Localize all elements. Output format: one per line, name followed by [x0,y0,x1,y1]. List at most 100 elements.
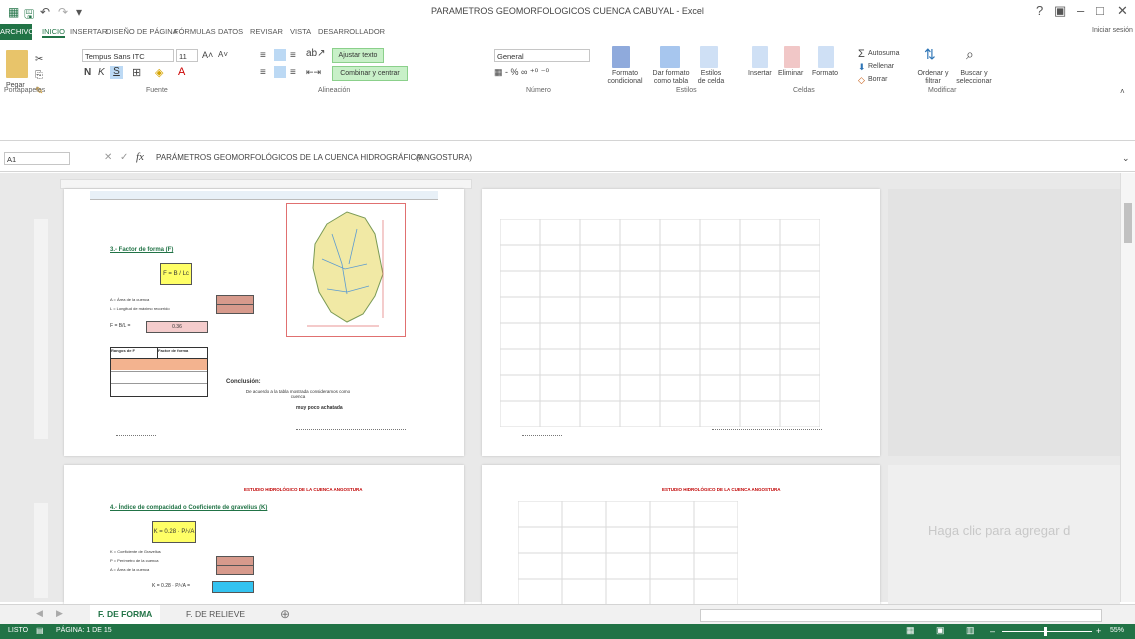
grow-font-icon[interactable]: A˄ [202,50,213,60]
format-as-table-button[interactable]: Dar formato como tabla [648,70,694,86]
horizontal-scrollbar[interactable] [700,609,1102,622]
format-as-table-icon[interactable] [660,46,680,68]
conditional-format-icon[interactable] [612,46,630,68]
bold-icon[interactable]: N [84,67,91,78]
fill-color-icon[interactable]: ◈ [155,66,163,79]
result-F-cell[interactable]: 0.36 [146,321,208,333]
k-label[interactable]: K = Coeficiente de Gravelius [110,549,161,554]
wrap-text-button[interactable]: Ajustar texto [332,48,384,63]
tab-insert[interactable]: INSERTAR [70,27,107,36]
tab-page-layout[interactable]: DISEÑO DE PÁGINA [106,27,178,36]
borders-icon[interactable]: ⊞ [132,66,141,79]
name-box[interactable]: A1 [4,152,70,165]
cancel-icon[interactable]: ✕ [104,152,112,163]
vertical-scroll-thumb[interactable] [1124,203,1132,243]
find-select-button[interactable]: Buscar y seleccionar [952,70,996,86]
formula-F-box[interactable]: F = B / Lc [160,263,192,285]
underline-icon[interactable]: S [110,66,123,79]
page-4[interactable]: ESTUDIO HIDROLÓGICO DE LA CUENCA ANGOSTU… [64,465,464,605]
conclusion-bold[interactable]: muy poco achatada [296,405,343,411]
empty-grid[interactable] [499,218,821,428]
autosum-icon[interactable]: Σ [858,48,865,60]
page-5[interactable]: ESTUDIO HIDROLÓGICO DE LA CUENCA ANGOSTU… [482,465,880,605]
insert-cells-button[interactable]: Insertar [748,70,772,77]
normal-view-icon[interactable]: ▦ [906,625,915,636]
empty-grid-2[interactable] [517,500,739,605]
add-content-placeholder[interactable]: Haga clic para agregar d [928,523,1070,538]
tab-review[interactable]: REVISAR [250,27,283,36]
section4-title[interactable]: 4.- Índice de compacidad o Coeficiente d… [110,505,267,511]
maximize-button[interactable]: □ [1096,3,1104,18]
area-value-cell-2[interactable] [216,565,254,575]
close-button[interactable]: ✕ [1117,3,1128,19]
align-top-icon[interactable]: ≡ [260,50,266,61]
enter-icon[interactable]: ✓ [120,152,128,163]
insert-cells-icon[interactable] [752,46,768,68]
tab-data[interactable]: DATOS [218,27,243,36]
cell-styles-icon[interactable] [700,46,718,68]
fill-icon[interactable]: ⬇ [858,62,866,73]
page-title-red[interactable]: ESTUDIO HIDROLÓGICO DE LA CUENCA ANGOSTU… [244,487,363,492]
merge-center-button[interactable]: Combinar y centrar [332,66,408,81]
zoom-level[interactable]: 55% [1110,627,1124,634]
accounting-format-icon[interactable]: ▦ - % ∞ ⁺⁰ ⁻⁰ [494,67,549,78]
page-1[interactable]: 3.- Factor de forma (F) F = B / Lc A = Á… [64,189,464,456]
cut-icon[interactable]: ✂ [35,54,43,65]
sheet-tab-relieve[interactable]: F. DE RELIEVE [178,605,253,624]
shrink-font-icon[interactable]: A˅ [218,50,228,59]
sort-filter-icon[interactable]: ⇅ [924,46,936,63]
result-K-cell[interactable] [212,581,254,593]
zoom-out-icon[interactable]: – [990,626,995,636]
help-icon[interactable]: ? [1036,3,1043,18]
p-label[interactable]: P = Perímetro de la cuenca [110,558,159,563]
copy-icon[interactable]: ⎘ [35,70,43,81]
page-layout-view-icon[interactable]: ▣ [936,625,945,636]
tab-formulas[interactable]: FÓRMULAS [174,27,216,36]
tab-home[interactable]: INICIO [42,27,65,38]
macro-record-icon[interactable]: ▤ [36,626,44,635]
prev-sheet-icon[interactable]: ◀ [36,608,43,619]
align-bottom-icon[interactable]: ≡ [290,50,296,61]
signin-link[interactable]: Iniciar sesión [1092,27,1133,34]
align-center-icon[interactable] [274,66,286,78]
insert-function-icon[interactable]: fx [136,151,144,163]
tab-developer[interactable]: DESARROLLADOR [318,27,385,36]
zoom-slider[interactable] [1002,631,1092,632]
sort-filter-button[interactable]: Ordenar y filtrar [914,70,952,86]
page-title-red-2[interactable]: ESTUDIO HIDROLÓGICO DE LA CUENCA ANGOSTU… [662,487,781,492]
formula-K-box[interactable]: K = 0.28 · P/√A [152,521,196,543]
paste-icon[interactable] [6,50,28,78]
zoom-in-icon[interactable]: + [1096,626,1101,636]
align-left-icon[interactable]: ≡ [260,67,266,78]
orientation-icon[interactable]: ab↗ [306,48,326,59]
format-cells-icon[interactable] [818,46,834,68]
collapse-ribbon-icon[interactable]: ˄ [1120,87,1125,96]
autosum-button[interactable]: Autosuma [868,50,900,57]
conclusion-text[interactable]: De acuerdo a la tabla mostrada considera… [238,389,358,399]
next-sheet-icon[interactable]: ▶ [56,608,63,619]
length-value-cell[interactable] [216,304,254,314]
delete-cells-icon[interactable] [784,46,800,68]
conclusion-title[interactable]: Conclusión: [226,379,261,385]
italic-icon[interactable]: K [98,67,105,78]
cell-styles-button[interactable]: Estilos de celda [696,70,726,86]
formula-content-extra[interactable]: (ANGOSTURA) [416,153,472,162]
delete-cells-button[interactable]: Eliminar [778,70,803,77]
a-label[interactable]: A = Área de la cuenca [110,567,149,572]
fill-button[interactable]: Rellenar [868,63,894,70]
ribbon-display-icon[interactable]: ▣ [1054,3,1066,19]
page-3-outside-print-area[interactable] [888,189,1120,456]
font-name-select[interactable]: Tempus Sans ITC [82,49,174,62]
sheet-tab-forma[interactable]: F. DE FORMA [90,605,161,626]
vertical-scrollbar[interactable] [1120,173,1135,602]
find-select-icon[interactable]: ⌕ [966,46,974,63]
clear-icon[interactable]: ◇ [858,75,865,86]
font-size-select[interactable]: 11 [176,49,198,62]
page-6[interactable]: Haga clic para agregar d [888,465,1120,605]
page-break-view-icon[interactable]: ▥ [966,625,975,636]
formula-content[interactable]: PARÁMETROS GEOMORFOLÓGICOS DE LA CUENCA … [156,153,422,162]
section3-title[interactable]: 3.- Factor de forma (F) [110,247,173,253]
align-middle-icon[interactable] [274,49,286,61]
tab-view[interactable]: VISTA [290,27,311,36]
page-2[interactable] [482,189,880,456]
